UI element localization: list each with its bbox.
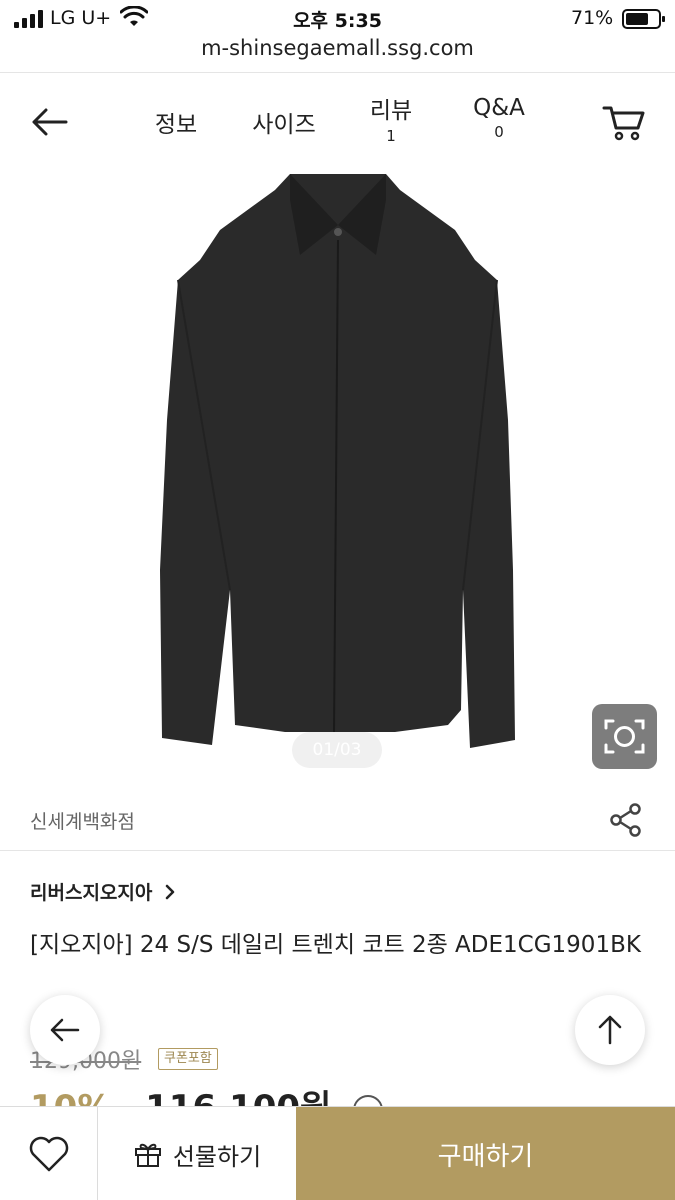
url-bar[interactable]: m-shinsegaemall.ssg.com xyxy=(0,34,675,70)
share-icon[interactable] xyxy=(606,800,646,840)
cart-icon[interactable] xyxy=(600,102,648,142)
heart-icon xyxy=(29,1136,68,1172)
buy-button[interactable]: 구매하기 xyxy=(296,1107,675,1200)
brand-link[interactable]: 리버스지오지아 xyxy=(30,878,176,905)
product-image[interactable]: 01/03 xyxy=(0,170,675,790)
gift-button[interactable]: 선물하기 xyxy=(98,1107,296,1200)
tab-info[interactable]: 정보 xyxy=(148,74,204,170)
arrow-up-icon xyxy=(598,1015,622,1045)
back-arrow-icon[interactable] xyxy=(26,102,74,142)
scroll-top-button[interactable] xyxy=(575,995,645,1065)
product-title: [지오지아] 24 S/S 데일리 트렌치 코트 2종 ADE1CG1901BK xyxy=(30,932,641,958)
battery-icon xyxy=(622,9,665,29)
camera-lens-icon xyxy=(604,719,645,754)
status-bar: LG U+ 오후 5:35 71% xyxy=(0,0,675,36)
tab-label: 정보 xyxy=(154,112,198,138)
buy-label: 구매하기 xyxy=(437,1141,534,1172)
history-back-button[interactable] xyxy=(30,995,100,1065)
image-search-button[interactable] xyxy=(592,704,657,769)
tab-label: 리뷰 xyxy=(369,98,413,124)
gift-icon xyxy=(134,1143,161,1167)
tab-qa[interactable]: Q&A 0 xyxy=(464,70,534,166)
chevron-right-icon xyxy=(166,884,175,899)
store-name[interactable]: 신세계백화점 xyxy=(30,800,135,844)
bottom-action-bar: 선물하기 구매하기 xyxy=(0,1106,675,1200)
divider xyxy=(0,850,675,851)
review-count: 1 xyxy=(386,127,396,145)
coupon-badge: 쿠폰포함 xyxy=(158,1048,218,1070)
back-arrow-icon xyxy=(50,1018,80,1042)
brand-name: 리버스지오지아 xyxy=(30,882,153,904)
tab-review[interactable]: 리뷰 1 xyxy=(360,70,422,166)
tab-label: Q&A xyxy=(473,95,525,121)
tab-label: 사이즈 xyxy=(252,112,316,138)
divider xyxy=(0,72,675,73)
gift-label: 선물하기 xyxy=(172,1142,262,1171)
product-nav: 정보 사이즈 리뷰 1 Q&A 0 xyxy=(0,74,675,170)
battery-percent: 71% xyxy=(571,7,614,29)
pager-text: 01/03 xyxy=(312,740,362,760)
tab-size[interactable]: 사이즈 xyxy=(244,74,324,170)
like-button[interactable] xyxy=(0,1107,98,1200)
coat-image xyxy=(160,174,515,748)
qa-count: 0 xyxy=(494,123,504,141)
image-pager: 01/03 xyxy=(292,732,382,768)
